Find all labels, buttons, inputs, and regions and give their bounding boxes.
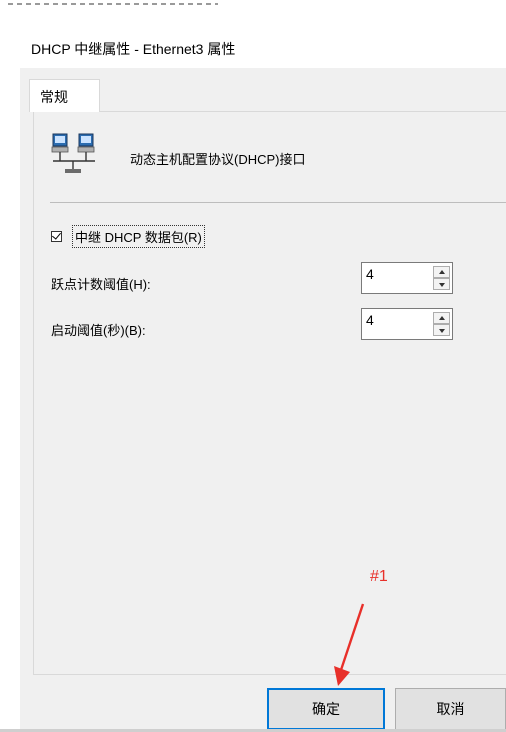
cropped-header-artifact <box>0 0 506 8</box>
tab-general-label: 常规 <box>40 89 68 105</box>
boot-threshold-value[interactable]: 4 <box>366 312 374 328</box>
cropped-text-fragment <box>8 3 218 5</box>
ok-button[interactable]: 确定 <box>267 688 385 730</box>
network-computers-icon <box>51 133 95 173</box>
boot-threshold-down-button[interactable] <box>433 324 450 336</box>
cancel-button[interactable]: 取消 <box>395 688 506 730</box>
interface-header-title: 动态主机配置协议(DHCP)接口 <box>130 152 306 167</box>
hop-count-up-button[interactable] <box>433 266 450 278</box>
hop-count-value[interactable]: 4 <box>366 266 374 282</box>
tab-panel <box>33 111 506 675</box>
relay-dhcp-checkbox[interactable] <box>51 229 62 242</box>
relay-dhcp-label[interactable]: 中继 DHCP 数据包(R) <box>72 224 205 248</box>
separator <box>50 202 506 203</box>
boot-threshold-label: 启动阈值(秒)(B): <box>51 323 146 338</box>
cancel-button-label: 取消 <box>436 701 465 717</box>
window-title: DHCP 中继属性 - Ethernet3 属性 <box>31 41 236 57</box>
ok-button-label: 确定 <box>312 701 340 717</box>
tab-general[interactable]: 常规 <box>29 79 100 112</box>
title-bar: DHCP 中继属性 - Ethernet3 属性 <box>0 8 506 60</box>
checkmark-icon <box>52 229 61 240</box>
relay-dhcp-checkbox-row[interactable]: 中继 DHCP 数据包(R) <box>51 224 205 248</box>
hop-count-down-button[interactable] <box>433 278 450 290</box>
annotation-arrow-icon <box>334 603 365 686</box>
hop-count-label: 跃点计数阈值(H): <box>51 277 151 292</box>
hop-count-spinner[interactable]: 4 <box>361 262 453 294</box>
boot-threshold-spinner[interactable]: 4 <box>361 308 453 340</box>
boot-threshold-up-button[interactable] <box>433 312 450 324</box>
annotation-label: #1 <box>370 568 388 585</box>
